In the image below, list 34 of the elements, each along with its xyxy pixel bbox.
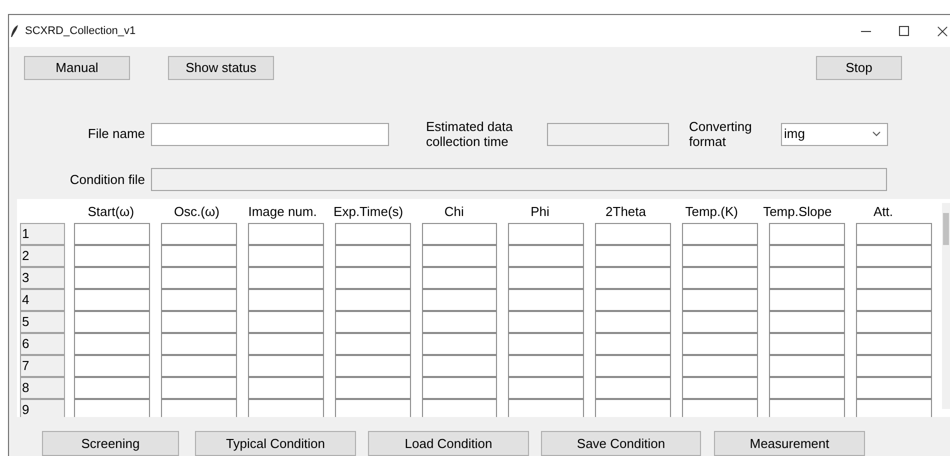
- show-status-button[interactable]: Show status: [168, 56, 274, 80]
- row-number: 3: [20, 267, 65, 289]
- window-title: SCXRD_Collection_v1: [25, 24, 136, 39]
- column-header: Chi: [443, 202, 465, 220]
- row-number: 5: [20, 311, 65, 333]
- dropdown-value: img: [784, 125, 805, 144]
- column-header: Temp.(K): [684, 202, 739, 221]
- row-number: 2: [20, 245, 65, 267]
- stop-button[interactable]: Stop: [816, 56, 902, 80]
- column-header: Att.: [872, 202, 894, 220]
- column-header: Phi: [530, 202, 550, 220]
- action-button[interactable]: Typical Condition: [195, 431, 356, 456]
- row-number: 4: [20, 289, 65, 311]
- column-header: Osc.(ω): [172, 202, 220, 221]
- format-dropdown[interactable]: img: [781, 122, 888, 146]
- column-header: Temp.Slope: [762, 202, 833, 221]
- field-label: File name: [86, 125, 146, 144]
- column-header: Image num.: [247, 202, 318, 221]
- action-button[interactable]: Save Condition: [541, 431, 701, 456]
- row-number: 8: [20, 377, 65, 399]
- action-button[interactable]: Load Condition: [368, 431, 529, 456]
- action-button[interactable]: Screening: [42, 431, 179, 456]
- column-header: 2Theta: [604, 202, 648, 220]
- row-number: 1: [20, 223, 65, 245]
- row-number: 7: [20, 355, 65, 377]
- column-header: Start(ω): [86, 202, 136, 221]
- column-header: Exp.Time(s): [332, 202, 404, 221]
- row-number: 9: [20, 399, 65, 417]
- row-number: 6: [20, 333, 65, 355]
- field-label: Converting format: [689, 119, 753, 149]
- action-button[interactable]: Measurement: [714, 431, 865, 456]
- field-label: Estimated data collection time: [426, 119, 514, 149]
- field-label: Condition file: [68, 170, 146, 189]
- manual-button[interactable]: Manual: [24, 56, 130, 80]
